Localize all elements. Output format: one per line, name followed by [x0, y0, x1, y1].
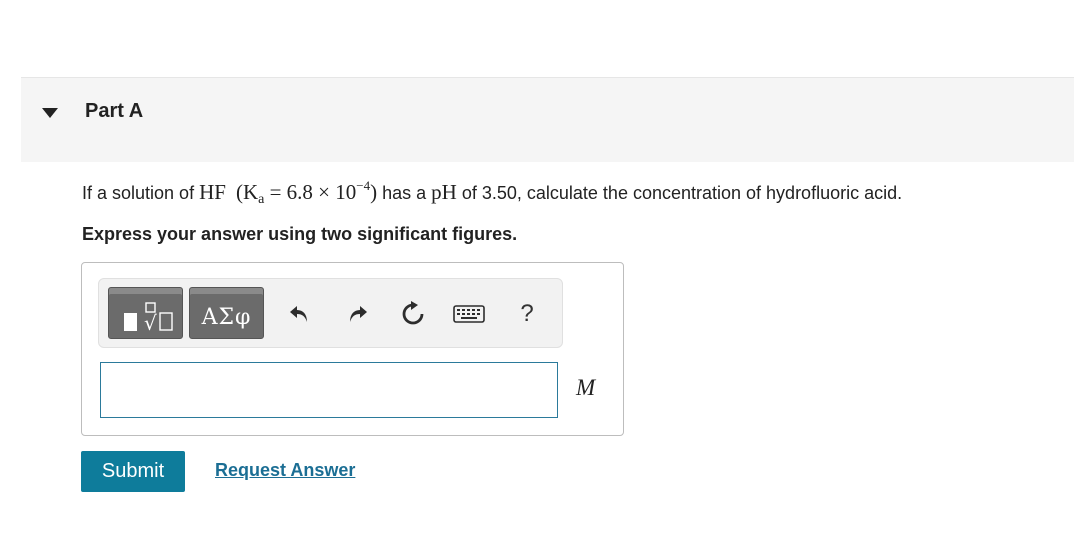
question-mid: has a	[377, 183, 432, 203]
svg-text:√: √	[144, 311, 157, 335]
undo-button[interactable]	[285, 299, 315, 329]
redo-icon	[350, 306, 367, 322]
help-button[interactable]: ?	[512, 299, 542, 329]
help-label: ?	[520, 300, 534, 327]
collapse-arrow-icon[interactable]	[42, 108, 58, 118]
instruction-text: Express your answer using two significan…	[82, 224, 518, 244]
math-toolbar: √ ΑΣφ ?	[98, 278, 563, 348]
answer-panel: √ ΑΣφ ? M	[81, 262, 624, 436]
reset-button[interactable]	[398, 299, 428, 329]
greek-symbols-button[interactable]: ΑΣφ	[189, 287, 264, 339]
question-text: If a solution of HF (Ka = 6.8 × 10−4) ha…	[82, 178, 903, 207]
answer-input[interactable]	[100, 362, 558, 418]
question-suffix: of 3.50, calculate the concentration of …	[456, 183, 903, 203]
ka-expression: (Ka = 6.8 × 10−4)	[235, 178, 377, 207]
keyboard-button[interactable]	[452, 299, 486, 329]
question-prefix: If a solution of	[82, 183, 200, 203]
reset-icon	[402, 301, 424, 325]
submit-button[interactable]: Submit	[81, 451, 185, 492]
part-header[interactable]: Part A	[21, 77, 1074, 162]
ka-open: (K	[235, 180, 259, 204]
keyboard-icon	[453, 305, 485, 323]
ka-exponent: −4	[356, 178, 371, 193]
compound-formula: HF	[199, 180, 226, 204]
redo-button[interactable]	[342, 299, 372, 329]
unit-label: M	[576, 375, 596, 400]
request-answer-link[interactable]: Request Answer	[215, 460, 355, 481]
templates-button[interactable]: √	[108, 287, 183, 339]
undo-icon	[290, 306, 307, 322]
greek-symbols-label: ΑΣφ	[201, 305, 252, 330]
part-title: Part A	[85, 100, 144, 122]
templates-icon: √	[124, 302, 173, 335]
ka-subscript: a	[258, 192, 265, 207]
ka-equals: = 6.8 × 10	[264, 180, 357, 204]
ph-symbol: pH	[431, 180, 457, 204]
